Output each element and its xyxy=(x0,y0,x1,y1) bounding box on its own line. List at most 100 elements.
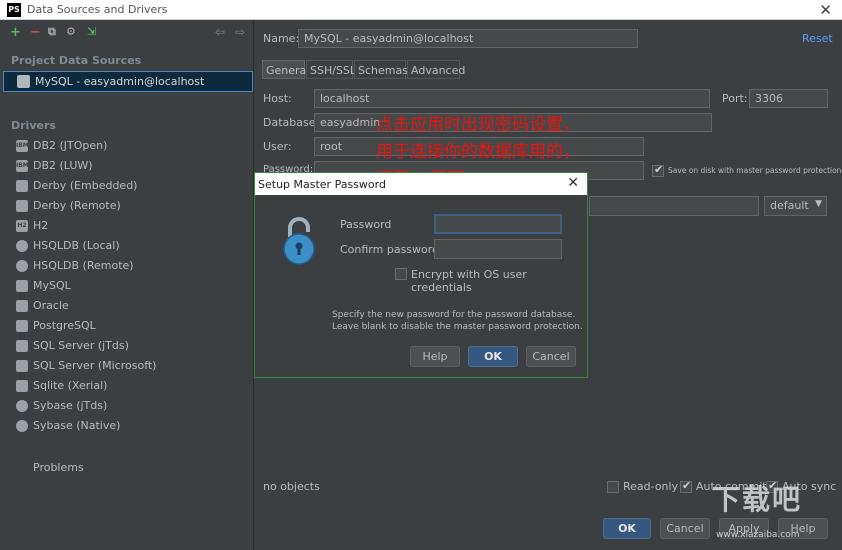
close-icon[interactable]: ✕ xyxy=(819,1,832,19)
ibm-icon: IBM xyxy=(16,140,29,152)
password-label: Password xyxy=(340,218,392,231)
remove-icon[interactable]: − xyxy=(30,25,41,40)
postgresql-icon xyxy=(16,320,28,332)
sidebar-item-driver[interactable]: Sybase (Native) xyxy=(0,416,252,436)
dialog-cancel-button[interactable]: Cancel xyxy=(526,346,576,367)
watermark-logo: 下载吧 xyxy=(712,483,803,516)
back-arrow-icon[interactable]: ⇦ xyxy=(215,25,225,39)
dialog-message: Specify the new password for the passwor… xyxy=(332,309,583,333)
url-field[interactable] xyxy=(589,196,759,216)
annotation-line-2: 用于连接你的数据库用的， xyxy=(376,142,580,162)
drivers-header: Drivers xyxy=(11,119,56,132)
driver-label: H2 xyxy=(33,219,49,232)
driver-label: SQL Server (Microsoft) xyxy=(33,359,157,372)
sidebar-item-driver[interactable]: Derby (Embedded) xyxy=(0,176,252,196)
properties-icon[interactable]: ⚙ xyxy=(66,25,76,38)
driver-label: Sybase (jTds) xyxy=(33,399,108,412)
database-label: Database: xyxy=(263,116,320,129)
read-only-checkbox[interactable] xyxy=(607,481,619,493)
dialog-ok-button[interactable]: OK xyxy=(468,346,518,367)
annotation-line-1: 点击应用时出现密码设置， xyxy=(376,115,580,135)
dialog-title: Setup Master Password xyxy=(255,173,587,195)
host-field[interactable]: localhost xyxy=(314,89,710,108)
derby-icon xyxy=(16,180,28,192)
port-field[interactable]: 3306 xyxy=(749,89,828,108)
chevron-down-icon: ▼ xyxy=(815,199,822,209)
sidebar-item-driver[interactable]: IBM DB2 (LUW) xyxy=(0,156,252,176)
sidebar-toolbar: + − ⧉ ⚙ ⇲ ⇦ ⇨ xyxy=(0,20,253,46)
master-password-input[interactable] xyxy=(434,214,562,234)
save-on-disk-checkbox[interactable] xyxy=(652,163,664,177)
oracle-icon xyxy=(16,300,28,312)
hsqldb-icon xyxy=(16,240,28,252)
sidebar-item-driver[interactable]: Sybase (jTds) xyxy=(0,396,252,416)
driver-label: Sybase (Native) xyxy=(33,419,121,432)
sidebar: + − ⧉ ⚙ ⇲ ⇦ ⇨ Project Data Sources MySQL… xyxy=(0,20,254,550)
driver-label: MySQL xyxy=(33,279,71,292)
tab-advanced[interactable]: Advanced xyxy=(407,60,465,79)
user-label: User: xyxy=(263,140,292,153)
sidebar-item-driver[interactable]: IBM DB2 (JTOpen) xyxy=(0,136,252,156)
encrypt-checkbox[interactable] xyxy=(395,268,407,280)
driver-mode-select[interactable]: default ▼ xyxy=(764,196,827,216)
host-label: Host: xyxy=(263,92,292,105)
tab-schemas[interactable]: Schemas xyxy=(354,60,408,79)
sybase-icon xyxy=(16,400,28,412)
sidebar-item-driver[interactable]: HSQLDB (Local) xyxy=(0,236,252,256)
sidebar-item-mysql-easyadmin[interactable]: MySQL - easyadmin@localhost xyxy=(3,71,253,92)
mysql-icon xyxy=(16,280,28,292)
cancel-button[interactable]: Cancel xyxy=(660,518,710,539)
sidebar-item-driver[interactable]: H2 H2 xyxy=(0,216,252,236)
dialog-help-button[interactable]: Help xyxy=(410,346,460,367)
sqlite-icon xyxy=(16,380,28,392)
name-field[interactable]: MySQL - easyadmin@localhost xyxy=(298,29,638,48)
sidebar-item-driver[interactable]: SQL Server (Microsoft) xyxy=(0,356,252,376)
sidebar-item-driver[interactable]: MySQL xyxy=(0,276,252,296)
ok-button[interactable]: OK xyxy=(603,518,651,539)
auto-commit-checkbox[interactable] xyxy=(680,479,692,493)
app-icon: PS xyxy=(7,3,21,17)
driver-label: HSQLDB (Local) xyxy=(33,239,120,252)
tab-ssh-ssl[interactable]: SSH/SSL xyxy=(306,60,356,79)
driver-label: Derby (Remote) xyxy=(33,199,121,212)
dialog-message-line-1: Specify the new password for the passwor… xyxy=(332,310,576,320)
h2-icon: H2 xyxy=(16,220,28,232)
copy-icon[interactable]: ⧉ xyxy=(48,25,56,39)
driver-label: PostgreSQL xyxy=(33,319,96,332)
driver-label: Derby (Embedded) xyxy=(33,179,138,192)
sybase-icon xyxy=(16,420,28,432)
confirm-password-label: Confirm password xyxy=(340,243,440,256)
watermark-url: www.xiazaiba.com xyxy=(716,530,800,540)
lock-icon xyxy=(283,217,315,265)
hsqldb-icon xyxy=(16,260,28,272)
save-on-disk-label: Save on disk with master password protec… xyxy=(668,166,842,175)
sidebar-item-driver[interactable]: Derby (Remote) xyxy=(0,196,252,216)
import-icon[interactable]: ⇲ xyxy=(87,25,96,38)
forward-arrow-icon[interactable]: ⇨ xyxy=(235,25,245,39)
driver-label: Sqlite (Xerial) xyxy=(33,379,108,392)
reset-link[interactable]: Reset xyxy=(802,32,833,45)
problems-label: Problems xyxy=(33,461,84,474)
sqlserver-icon xyxy=(16,360,28,372)
setup-master-password-dialog: Setup Master Password ✕ Password Confirm… xyxy=(254,172,588,378)
confirm-password-input[interactable] xyxy=(434,239,562,259)
tab-general[interactable]: General xyxy=(262,60,309,79)
add-icon[interactable]: + xyxy=(10,25,21,40)
sidebar-item-driver[interactable]: Sqlite (Xerial) xyxy=(0,376,252,396)
sidebar-item-problems[interactable]: Problems xyxy=(0,458,252,478)
name-label: Name: xyxy=(263,32,300,45)
driver-label: HSQLDB (Remote) xyxy=(33,259,134,272)
dialog-message-line-2: Leave blank to disable the master passwo… xyxy=(332,322,583,332)
dialog-close-icon[interactable]: ✕ xyxy=(567,175,579,191)
sidebar-item-driver[interactable]: Oracle xyxy=(0,296,252,316)
sidebar-item-driver[interactable]: HSQLDB (Remote) xyxy=(0,256,252,276)
status-text: no objects xyxy=(263,480,320,493)
sidebar-item-driver[interactable]: SQL Server (jTds) xyxy=(0,336,252,356)
driver-mode-value: default xyxy=(770,199,809,212)
sidebar-item-driver[interactable]: PostgreSQL xyxy=(0,316,252,336)
driver-label: Oracle xyxy=(33,299,69,312)
encrypt-label: Encrypt with OS user credentials xyxy=(411,268,527,294)
sqlserver-icon xyxy=(16,340,28,352)
port-label: Port: xyxy=(722,92,748,105)
sidebar-item-label: MySQL - easyadmin@localhost xyxy=(35,75,205,88)
